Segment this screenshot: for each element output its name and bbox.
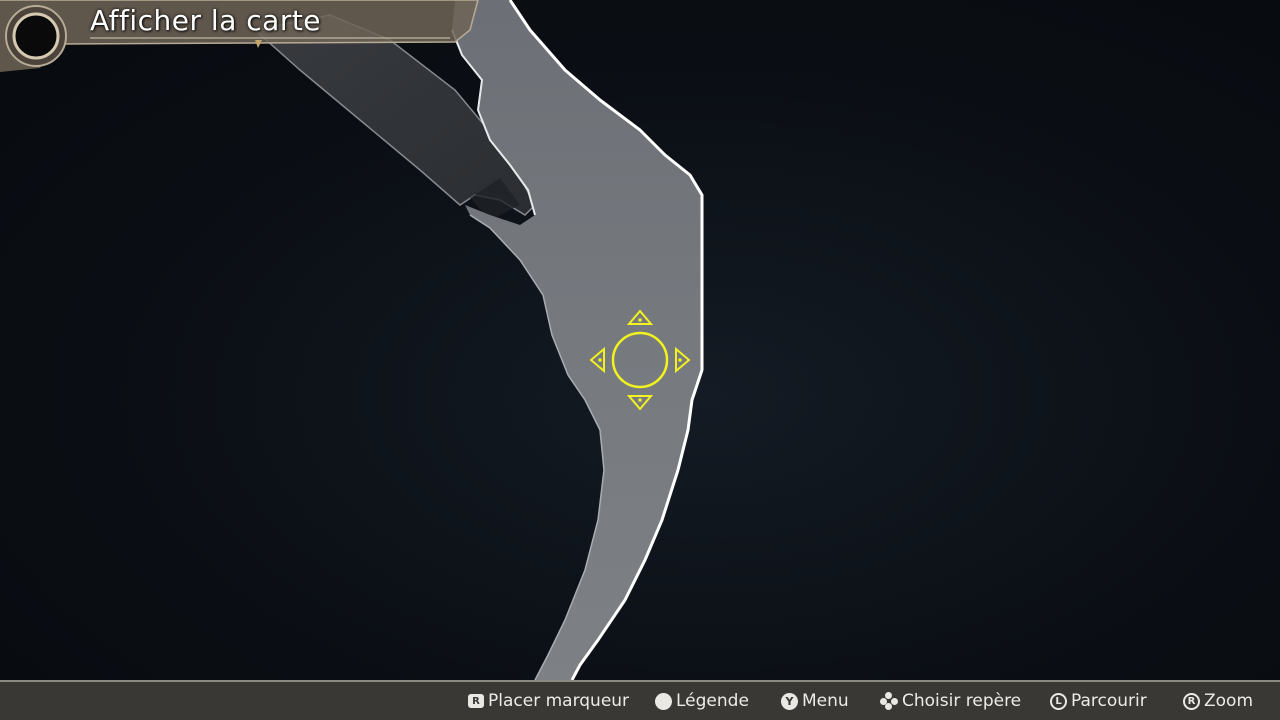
map-canvas[interactable]	[0, 0, 1280, 720]
y-button-icon: Y	[781, 692, 798, 710]
r-button-icon: R	[468, 694, 484, 708]
choose-marker-hint[interactable]: Choisir repère	[880, 682, 1021, 720]
zoom-label: Zoom	[1204, 691, 1254, 711]
legend-hint[interactable]: Légende	[655, 682, 749, 720]
page-title: Afficher la carte	[90, 4, 322, 37]
legend-label: Légende	[676, 691, 749, 711]
map-corridor	[452, 0, 702, 680]
browse-label: Parcourir	[1071, 691, 1147, 711]
menu-hint[interactable]: Y Menu	[781, 682, 849, 720]
left-stick-icon: L	[1050, 692, 1067, 710]
control-hint-bar: R Placer marqueur Légende Y Menu Choisir…	[0, 680, 1280, 720]
right-stick-icon: R	[1183, 692, 1200, 710]
place-marker-label: Placer marqueur	[488, 691, 630, 711]
browse-hint[interactable]: L Parcourir	[1050, 682, 1147, 720]
menu-label: Menu	[802, 691, 849, 711]
zoom-hint[interactable]: R Zoom	[1183, 682, 1253, 720]
dpad-icon	[880, 692, 898, 710]
map-screen: Afficher la carte R Placer marqueur Lége…	[0, 0, 1280, 720]
title-plate: Afficher la carte	[0, 0, 480, 74]
choose-marker-label: Choisir repère	[902, 691, 1022, 711]
minus-button-icon	[655, 692, 672, 710]
place-marker-hint[interactable]: R Placer marqueur	[468, 682, 629, 720]
